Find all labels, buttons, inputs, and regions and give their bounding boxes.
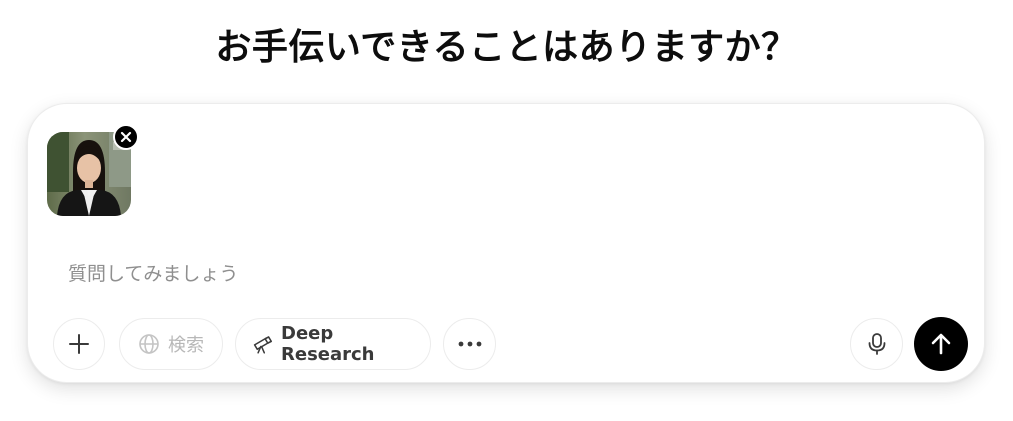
remove-attachment-button[interactable] xyxy=(113,124,139,150)
telescope-icon xyxy=(253,336,273,354)
globe-icon xyxy=(139,334,159,354)
deep-research-button[interactable]: Deep Research xyxy=(235,318,431,370)
prompt-input[interactable] xyxy=(68,259,928,289)
ellipsis-icon xyxy=(458,341,481,347)
more-options-button[interactable] xyxy=(443,318,496,370)
microphone-icon xyxy=(868,333,885,355)
send-button[interactable] xyxy=(914,317,968,371)
close-icon xyxy=(120,131,132,143)
page-heading: お手伝いできることはありますか？ xyxy=(215,27,798,68)
microphone-button[interactable] xyxy=(850,318,903,370)
deep-research-label: Deep Research xyxy=(281,323,375,365)
prompt-composer: 検索 Deep Research xyxy=(27,103,985,383)
add-button[interactable] xyxy=(53,318,105,370)
search-button[interactable]: 検索 xyxy=(119,318,223,370)
arrow-up-icon xyxy=(931,333,951,355)
search-label: 検索 xyxy=(168,335,204,356)
plus-icon xyxy=(69,334,89,354)
